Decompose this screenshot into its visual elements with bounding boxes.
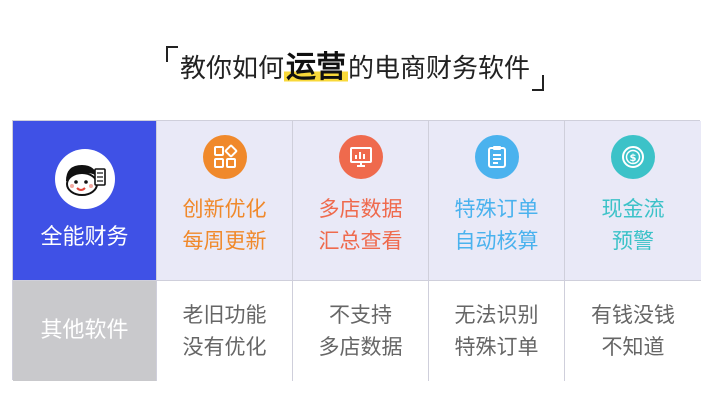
title-prefix: 教你如何 bbox=[179, 53, 284, 84]
feature-1-line2: 每周更新 bbox=[182, 228, 267, 253]
bar-chart-monitor-icon bbox=[338, 134, 383, 179]
other-1-line1: 老旧功能 bbox=[182, 303, 267, 327]
feature-3-line2: 自动核算 bbox=[454, 228, 539, 253]
clipboard-list-icon bbox=[474, 134, 519, 179]
feature-3-line1: 特殊订单 bbox=[454, 196, 539, 221]
other-2-line2: 多店数据 bbox=[318, 335, 403, 359]
feature-2-line2: 汇总查看 bbox=[318, 228, 403, 253]
other-cell-2: 不支持 多店数据 bbox=[293, 281, 429, 381]
row-label-ours: 全能财务 bbox=[40, 224, 129, 250]
row-header-ours: 全能财务 bbox=[13, 121, 157, 281]
feature-cell-4: $ 现金流 预警 bbox=[565, 121, 701, 281]
feature-cell-2: 多店数据 汇总查看 bbox=[293, 121, 429, 281]
dollar-coin-icon: $ bbox=[611, 134, 655, 179]
feature-cell-3: 特殊订单 自动核算 bbox=[429, 121, 565, 281]
title-suffix: 的电商财务软件 bbox=[348, 53, 531, 84]
comparison-table: 全能财务 创新优化 每周更新 多店数据 汇总查看 特殊订单 自动核算 $ 现金流… bbox=[12, 120, 701, 381]
title-area: 教你如何运营的电商财务软件 bbox=[0, 38, 710, 98]
other-2-line1: 不支持 bbox=[329, 303, 392, 327]
bracket-top-left bbox=[165, 45, 178, 62]
other-cell-4: 有钱没钱 不知道 bbox=[565, 281, 701, 381]
row-header-others: 其他软件 bbox=[13, 281, 157, 381]
feature-4-line2: 预警 bbox=[612, 228, 654, 253]
feature-1-line1: 创新优化 bbox=[182, 196, 267, 221]
bracket-bottom-right bbox=[532, 74, 545, 91]
other-3-line2: 特殊订单 bbox=[454, 335, 539, 359]
title-highlight: 运营 bbox=[284, 49, 348, 85]
feature-cell-1: 创新优化 每周更新 bbox=[157, 121, 293, 281]
other-1-line2: 没有优化 bbox=[182, 335, 267, 359]
mascot-avatar bbox=[54, 148, 115, 209]
other-cell-3: 无法识别 特殊订单 bbox=[429, 281, 565, 381]
svg-text:$: $ bbox=[630, 153, 637, 164]
feature-2-line1: 多店数据 bbox=[318, 196, 403, 221]
other-cell-1: 老旧功能 没有优化 bbox=[157, 281, 293, 381]
mascot-icon bbox=[65, 164, 106, 196]
other-4-line1: 有钱没钱 bbox=[591, 303, 675, 327]
page-title: 教你如何运营的电商财务软件 bbox=[165, 44, 545, 93]
other-4-line2: 不知道 bbox=[601, 335, 665, 359]
grid-squares-icon bbox=[202, 134, 247, 179]
other-3-line1: 无法识别 bbox=[454, 303, 539, 327]
feature-4-line1: 现金流 bbox=[601, 196, 665, 221]
row-label-others: 其他软件 bbox=[40, 318, 129, 343]
